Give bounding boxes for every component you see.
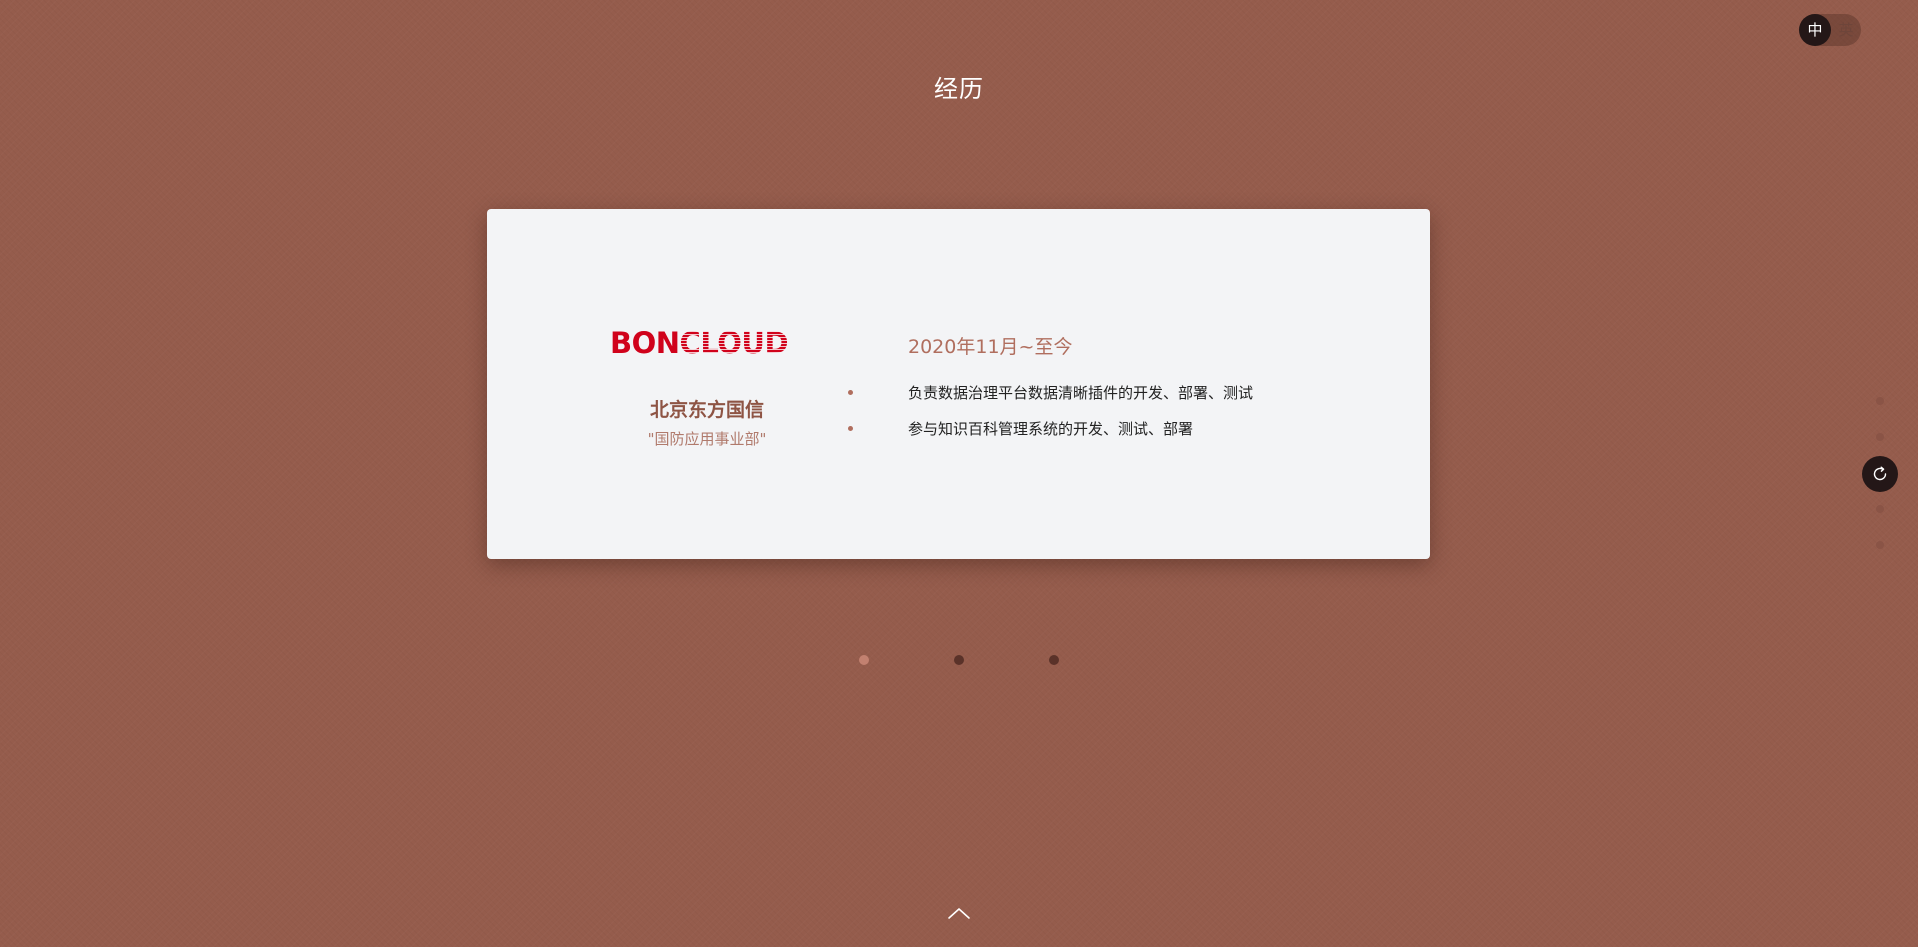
language-option-chinese[interactable]: 中	[1799, 14, 1831, 46]
carousel-dot-1[interactable]	[859, 655, 869, 665]
refresh-icon	[1873, 466, 1887, 481]
bullet-icon	[848, 390, 853, 395]
language-toggle[interactable]: 中 英	[1799, 14, 1861, 46]
department-name: "国防应用事业部"	[647, 430, 767, 448]
chevron-up-icon	[948, 908, 970, 919]
section-nav-dot-1[interactable]	[1876, 397, 1884, 405]
logo-text-bon: BON	[610, 326, 680, 360]
page-title: 经历	[934, 75, 984, 103]
duty-item: 参与知识百科管理系统的开发、测试、部署	[848, 419, 1194, 439]
section-nav-dot-4[interactable]	[1876, 505, 1884, 513]
duty-item: 负责数据治理平台数据清晰插件的开发、部署、测试	[848, 383, 1254, 403]
carousel-dot-3[interactable]	[1049, 655, 1059, 665]
section-nav-dot-2[interactable]	[1876, 433, 1884, 441]
scroll-up-button[interactable]	[946, 905, 972, 921]
logo-text-cloud: CLOUD	[679, 326, 789, 360]
language-option-english[interactable]: 英	[1831, 14, 1861, 46]
duty-text: 参与知识百科管理系统的开发、测试、部署	[908, 420, 1194, 438]
section-nav-active[interactable]	[1862, 456, 1898, 492]
experience-card: BONCLOUD 北京东方国信 "国防应用事业部" 2020年11月~至今 负责…	[487, 209, 1430, 559]
company-logo: BONCLOUD	[610, 326, 802, 360]
carousel-dot-2[interactable]	[954, 655, 964, 665]
section-nav-dot-5[interactable]	[1876, 541, 1884, 549]
company-name: 北京东方国信	[649, 399, 764, 421]
duty-text: 负责数据治理平台数据清晰插件的开发、部署、测试	[908, 384, 1254, 402]
bullet-icon	[848, 426, 853, 431]
employment-period: 2020年11月~至今	[908, 336, 1073, 358]
